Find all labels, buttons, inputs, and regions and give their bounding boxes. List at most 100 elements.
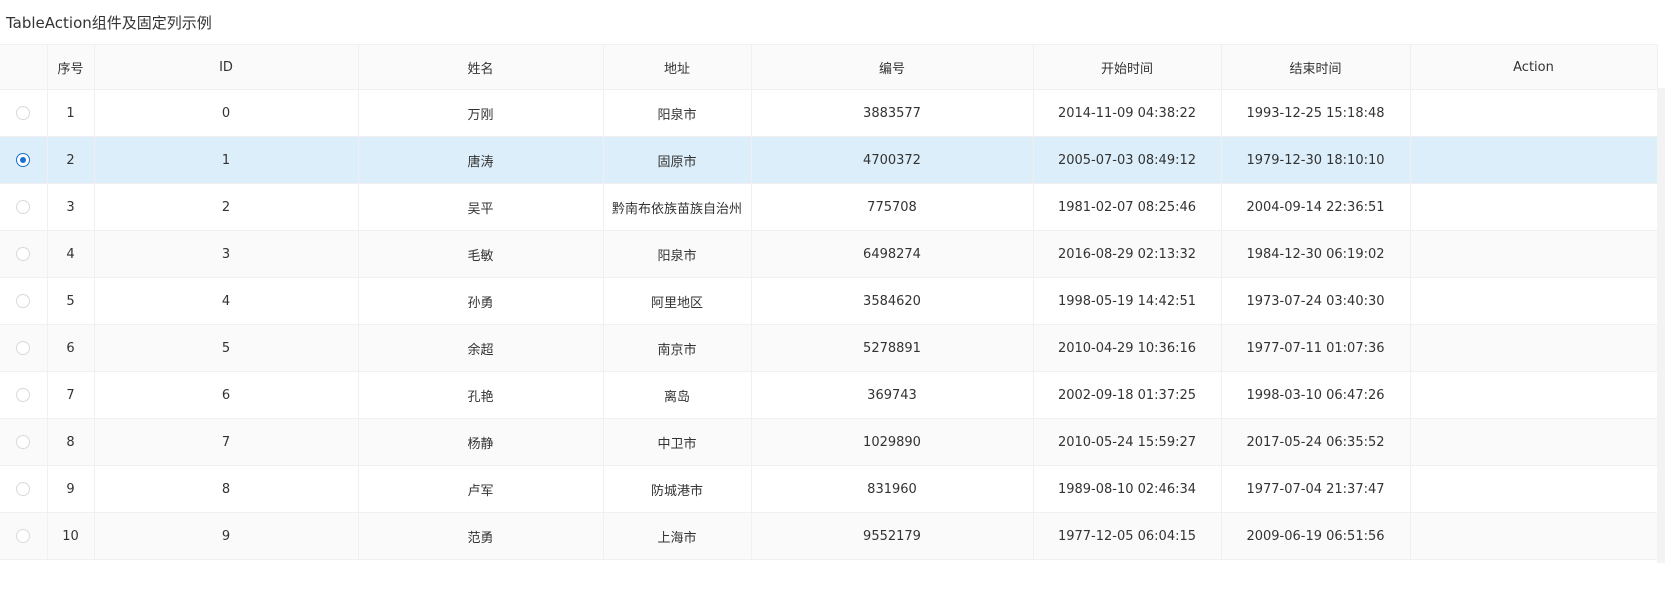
cell-id: 9 [94,512,359,560]
cell-action [1410,371,1658,419]
cell-index: 8 [47,418,95,466]
cell-selection [0,89,48,137]
cell-start-time: 1998-05-19 14:42:51 [1033,277,1222,325]
cell-id: 2 [94,183,359,231]
cell-start-time: 1989-08-10 02:46:34 [1033,465,1222,513]
cell-address: 离岛 [603,371,752,419]
cell-selection [0,183,48,231]
cell-number: 6498274 [751,230,1034,278]
column-header-start-time[interactable]: 开始时间 [1033,44,1222,90]
cell-index: 3 [47,183,95,231]
cell-index: 2 [47,136,95,184]
cell-index: 1 [47,89,95,137]
row-select-radio[interactable] [16,341,31,355]
cell-address: 中卫市 [603,418,752,466]
cell-action [1410,418,1658,466]
cell-id: 6 [94,371,359,419]
table-body: 1 0 万刚 阳泉市 3883577 2014-11-09 04:38:22 1993-12… [0,89,1658,560]
row-select-radio[interactable] [16,247,31,261]
table-header: 序号 ID 姓名 地址 编号 开始时间 结束时间 Action [0,44,1658,90]
cell-address: 阿里地区 [603,277,752,325]
cell-index: 5 [47,277,95,325]
cell-selection [0,136,48,184]
cell-start-time: 1977-12-05 06:04:15 [1033,512,1222,560]
row-select-radio[interactable] [16,153,31,167]
cell-start-time: 2005-07-03 08:49:12 [1033,136,1222,184]
cell-number: 4700372 [751,136,1034,184]
cell-action [1410,465,1658,513]
cell-end-time: 1977-07-04 21:37:47 [1221,465,1411,513]
cell-end-time: 2004-09-14 22:36:51 [1221,183,1411,231]
cell-selection [0,371,48,419]
cell-action [1410,183,1658,231]
column-header-name[interactable]: 姓名 [358,44,604,90]
data-table-wrapper: 序号 ID 姓名 地址 编号 开始时间 结束时间 Action 1 0 万刚 阳泉市 3… [0,44,1658,560]
column-header-number[interactable]: 编号 [751,44,1034,90]
table-row[interactable]: 3 2 吴平 黔南布依族苗族自治州 775708 1981-02-07 08:25:46 2… [0,183,1658,231]
column-header-end-time[interactable]: 结束时间 [1221,44,1411,90]
cell-end-time: 1984-12-30 06:19:02 [1221,230,1411,278]
cell-address: 阳泉市 [603,89,752,137]
row-select-radio[interactable] [16,482,31,496]
cell-name: 卢军 [358,465,604,513]
cell-start-time: 2002-09-18 01:37:25 [1033,371,1222,419]
cell-id: 8 [94,465,359,513]
column-header-id[interactable]: ID [94,44,359,90]
table-row[interactable]: 4 3 毛敏 阳泉市 6498274 2016-08-29 02:13:32 1984-12… [0,230,1658,278]
cell-number: 831960 [751,465,1034,513]
table-row[interactable]: 9 8 卢军 防城港市 831960 1989-08-10 02:46:34 1977-07… [0,465,1658,513]
cell-name: 吴平 [358,183,604,231]
cell-end-time: 1993-12-25 15:18:48 [1221,89,1411,137]
table-row[interactable]: 8 7 杨静 中卫市 1029890 2010-05-24 15:59:27 2017-05… [0,418,1658,466]
row-select-radio[interactable] [16,294,31,308]
cell-number: 5278891 [751,324,1034,372]
cell-id: 0 [94,89,359,137]
table-row[interactable]: 5 4 孙勇 阿里地区 3584620 1998-05-19 14:42:51 1973-0… [0,277,1658,325]
cell-selection [0,512,48,560]
cell-address: 固原市 [603,136,752,184]
cell-name: 杨静 [358,418,604,466]
column-header-selection [0,44,48,90]
table-header-row: 序号 ID 姓名 地址 编号 开始时间 结束时间 Action [0,44,1658,90]
vertical-scrollbar[interactable] [1657,88,1665,563]
column-header-action: Action [1410,44,1658,90]
cell-number: 3883577 [751,89,1034,137]
cell-id: 4 [94,277,359,325]
table-row[interactable]: 2 1 唐涛 固原市 4700372 2005-07-03 08:49:12 1979-12… [0,136,1658,184]
cell-name: 唐涛 [358,136,604,184]
cell-action [1410,324,1658,372]
cell-name: 万刚 [358,89,604,137]
cell-action [1410,89,1658,137]
cell-index: 9 [47,465,95,513]
row-select-radio[interactable] [16,529,31,543]
cell-selection [0,277,48,325]
cell-end-time: 1973-07-24 03:40:30 [1221,277,1411,325]
cell-action [1410,136,1658,184]
table-row[interactable]: 6 5 余超 南京市 5278891 2010-04-29 10:36:16 1977-07… [0,324,1658,372]
cell-selection [0,230,48,278]
table-row[interactable]: 10 9 范勇 上海市 9552179 1977-12-05 06:04:15 2009-0… [0,512,1658,560]
page-title: TableAction组件及固定列示例 [6,13,212,32]
cell-name: 余超 [358,324,604,372]
table-row[interactable]: 7 6 孔艳 离岛 369743 2002-09-18 01:37:25 1998-03-1… [0,371,1658,419]
row-select-radio[interactable] [16,435,31,449]
cell-name: 孔艳 [358,371,604,419]
row-select-radio[interactable] [16,200,31,214]
cell-start-time: 2014-11-09 04:38:22 [1033,89,1222,137]
cell-id: 1 [94,136,359,184]
cell-end-time: 2017-05-24 06:35:52 [1221,418,1411,466]
cell-end-time: 1979-12-30 18:10:10 [1221,136,1411,184]
column-header-index[interactable]: 序号 [47,44,95,90]
table-row[interactable]: 1 0 万刚 阳泉市 3883577 2014-11-09 04:38:22 1993-12… [0,89,1658,137]
cell-number: 1029890 [751,418,1034,466]
row-select-radio[interactable] [16,388,31,402]
column-header-address[interactable]: 地址 [603,44,752,90]
cell-address: 防城港市 [603,465,752,513]
cell-end-time: 2009-06-19 06:51:56 [1221,512,1411,560]
cell-index: 10 [47,512,95,560]
row-select-radio[interactable] [16,106,31,120]
cell-start-time: 2016-08-29 02:13:32 [1033,230,1222,278]
cell-start-time: 1981-02-07 08:25:46 [1033,183,1222,231]
cell-address: 上海市 [603,512,752,560]
cell-number: 9552179 [751,512,1034,560]
